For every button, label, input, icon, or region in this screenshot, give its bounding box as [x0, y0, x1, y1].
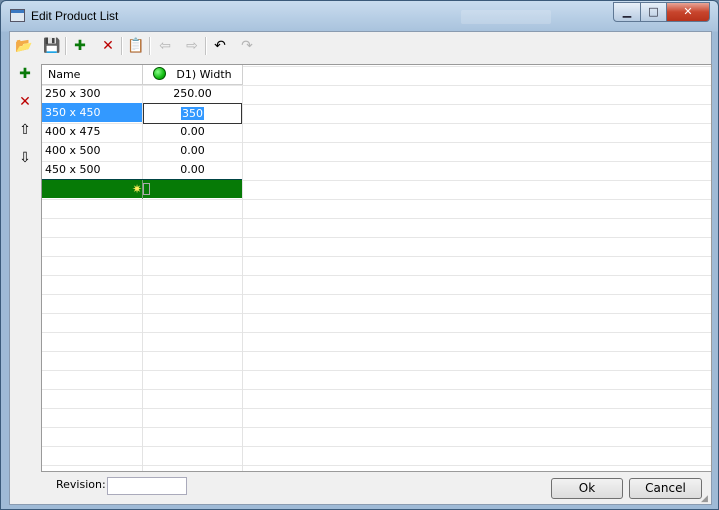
resize-grip-icon[interactable]: ◢ — [701, 494, 711, 504]
arrow-left-icon[interactable]: ⇦ — [155, 36, 175, 56]
revision-label: Revision: — [56, 478, 106, 491]
column-divider — [242, 65, 243, 471]
arrow-right-icon[interactable]: ⇨ — [182, 36, 202, 56]
delete-row-icon[interactable]: ✕ — [15, 92, 35, 112]
cell-name[interactable]: 400 x 500 — [45, 141, 141, 160]
column-header-name[interactable]: Name — [42, 65, 143, 85]
close-button[interactable]: ✕ — [666, 2, 710, 22]
new-row-placeholder[interactable]: ✷ — [42, 179, 242, 199]
ok-button[interactable]: Ok — [551, 478, 623, 499]
toolbar-separator — [121, 37, 123, 55]
toolbar-separator — [65, 37, 67, 55]
undo-icon[interactable]: ↶ — [210, 36, 230, 56]
column-header-label: D1) Width — [176, 68, 232, 81]
cell-width[interactable]: 250.00 — [143, 84, 242, 103]
dialog-client-area: 📂 💾 ✚ ✕ 📋 ⇦ ⇨ ↶ ↷ ✚ ✕ ⇧ ⇩ Name D1) Width — [9, 31, 712, 505]
move-down-icon[interactable]: ⇩ — [15, 148, 35, 168]
cell-name-selected[interactable]: 350 x 450 — [42, 103, 142, 122]
background-window-ghost — [461, 10, 551, 24]
new-row-icon: ✷ — [132, 182, 143, 196]
window-title: Edit Product List — [31, 9, 119, 23]
edit-product-list-window: Edit Product List ▁ □ ✕ 📂 💾 ✚ ✕ 📋 ⇦ ⇨ ↶ … — [0, 0, 719, 510]
toolbar: 📂 💾 ✚ ✕ 📋 ⇦ ⇨ ↶ ↷ — [10, 32, 711, 60]
cell-width[interactable]: 0.00 — [143, 141, 242, 160]
open-folder-icon[interactable]: 📂 — [14, 36, 34, 56]
maximize-button[interactable]: □ — [640, 2, 667, 22]
add-row-icon[interactable]: ✚ — [15, 64, 35, 84]
redo-icon[interactable]: ↷ — [237, 36, 257, 56]
row-actions-sidebar: ✚ ✕ ⇧ ⇩ — [10, 62, 40, 472]
column-header-width[interactable]: D1) Width — [143, 65, 243, 85]
properties-icon[interactable]: 📋 — [126, 36, 146, 56]
cell-width-editor[interactable]: 350 — [143, 103, 242, 124]
new-row-cursor-icon — [143, 183, 150, 195]
cell-width[interactable]: 0.00 — [143, 160, 242, 179]
cancel-button[interactable]: Cancel — [629, 478, 702, 499]
dialog-footer: Revision: Ok Cancel ◢ — [10, 472, 711, 504]
revision-input[interactable] — [107, 477, 187, 495]
window-icon — [10, 9, 25, 22]
delete-icon[interactable]: ✕ — [98, 36, 118, 56]
cell-name[interactable]: 450 x 500 — [45, 160, 141, 179]
cell-width-edit-text: 350 — [181, 107, 204, 120]
save-icon[interactable]: 💾 — [42, 36, 62, 56]
title-bar[interactable]: Edit Product List ▁ □ ✕ — [1, 1, 718, 29]
column-header-label: Name — [48, 68, 81, 81]
cell-name[interactable]: 250 x 300 — [45, 84, 141, 103]
toolbar-separator — [149, 37, 151, 55]
cell-width[interactable]: 0.00 — [143, 122, 242, 141]
minimize-button[interactable]: ▁ — [613, 2, 641, 22]
cell-name[interactable]: 400 x 475 — [45, 122, 141, 141]
toolbar-separator — [205, 37, 207, 55]
move-up-icon[interactable]: ⇧ — [15, 120, 35, 140]
status-dot-icon — [153, 67, 167, 80]
product-grid[interactable]: Name D1) Width 250 x 300 250.00 350 x 45… — [41, 64, 712, 472]
add-row-icon[interactable]: ✚ — [70, 36, 90, 56]
